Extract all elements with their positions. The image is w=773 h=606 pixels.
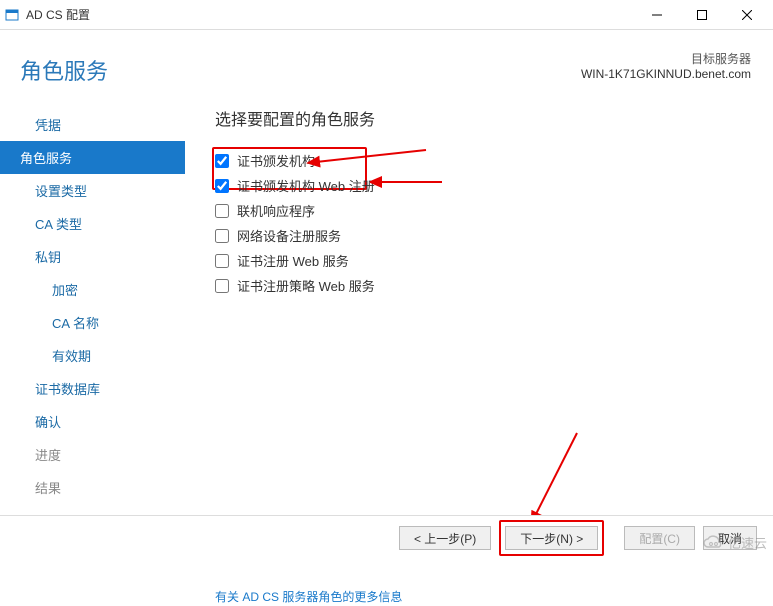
role-row-cert-policy-web[interactable]: 证书注册策略 Web 服务 — [215, 273, 743, 298]
main-panel: 选择要配置的角色服务 证书颁发机构 证书颁发机构 Web 注册 联机响应程序 网… — [185, 100, 773, 510]
maximize-button[interactable] — [679, 1, 724, 29]
sidebar-item-ca-type[interactable]: CA 类型 — [0, 207, 185, 240]
more-info-link[interactable]: 有关 AD CS 服务器角色的更多信息 — [215, 588, 402, 605]
checkbox-cert-policy-web[interactable] — [215, 279, 229, 293]
role-row-cert-web-service[interactable]: 证书注册 Web 服务 — [215, 248, 743, 273]
checkbox-online-responder[interactable] — [215, 204, 229, 218]
sidebar-item-results: 结果 — [0, 471, 185, 504]
target-server-label: 目标服务器 — [581, 50, 751, 67]
role-label: 证书颁发机构 — [237, 151, 315, 170]
sidebar-item-role-services[interactable]: 角色服务 — [0, 141, 185, 174]
panel-heading: 选择要配置的角色服务 — [215, 106, 743, 130]
watermark-cloud-icon — [701, 530, 725, 554]
window-titlebar: AD CS 配置 — [0, 0, 773, 30]
app-icon — [4, 7, 20, 23]
sidebar-item-confirm[interactable]: 确认 — [0, 405, 185, 438]
sidebar-item-progress: 进度 — [0, 438, 185, 471]
role-label: 证书颁发机构 Web 注册 — [237, 176, 375, 195]
sidebar-item-cryptography[interactable]: 加密 — [0, 273, 185, 306]
window-title: AD CS 配置 — [26, 6, 634, 23]
target-server-name: WIN-1K71GKINNUD.benet.com — [581, 67, 751, 81]
configure-button[interactable]: 配置(C) — [624, 526, 695, 550]
role-label: 网络设备注册服务 — [237, 226, 341, 245]
role-checkbox-list: 证书颁发机构 证书颁发机构 Web 注册 联机响应程序 网络设备注册服务 证书注… — [215, 148, 743, 298]
role-row-online-responder[interactable]: 联机响应程序 — [215, 198, 743, 223]
sidebar-item-ca-name[interactable]: CA 名称 — [0, 306, 185, 339]
role-label: 联机响应程序 — [237, 201, 315, 220]
sidebar-item-cert-db[interactable]: 证书数据库 — [0, 372, 185, 405]
checkbox-ca[interactable] — [215, 154, 229, 168]
role-label: 证书注册策略 Web 服务 — [237, 276, 375, 295]
close-button[interactable] — [724, 1, 769, 29]
content-area: 凭据 角色服务 设置类型 CA 类型 私钥 加密 CA 名称 有效期 证书数据库… — [0, 100, 773, 510]
sidebar-item-private-key[interactable]: 私钥 — [0, 240, 185, 273]
wizard-header: 角色服务 目标服务器 WIN-1K71GKINNUD.benet.com — [0, 30, 773, 100]
annotation-next-highlight: 下一步(N) > — [499, 520, 604, 556]
wizard-sidebar: 凭据 角色服务 设置类型 CA 类型 私钥 加密 CA 名称 有效期 证书数据库… — [0, 100, 185, 510]
window-controls — [634, 1, 769, 29]
role-row-ca-web[interactable]: 证书颁发机构 Web 注册 — [215, 173, 743, 198]
page-title: 角色服务 — [20, 54, 108, 86]
role-row-ndes[interactable]: 网络设备注册服务 — [215, 223, 743, 248]
next-button[interactable]: 下一步(N) > — [505, 526, 598, 550]
watermark-text: 亿速云 — [728, 533, 767, 552]
minimize-button[interactable] — [634, 1, 679, 29]
prev-button[interactable]: < 上一步(P) — [399, 526, 491, 550]
sidebar-item-setup-type[interactable]: 设置类型 — [0, 174, 185, 207]
watermark: 亿速云 — [701, 530, 767, 554]
wizard-button-bar: < 上一步(P) 下一步(N) > 配置(C) 取消 — [0, 515, 773, 560]
checkbox-ca-web[interactable] — [215, 179, 229, 193]
sidebar-item-credentials[interactable]: 凭据 — [0, 108, 185, 141]
checkbox-cert-web-service[interactable] — [215, 254, 229, 268]
role-label: 证书注册 Web 服务 — [237, 251, 349, 270]
target-server-info: 目标服务器 WIN-1K71GKINNUD.benet.com — [581, 50, 751, 81]
role-row-ca[interactable]: 证书颁发机构 — [215, 148, 743, 173]
checkbox-ndes[interactable] — [215, 229, 229, 243]
sidebar-item-validity[interactable]: 有效期 — [0, 339, 185, 372]
